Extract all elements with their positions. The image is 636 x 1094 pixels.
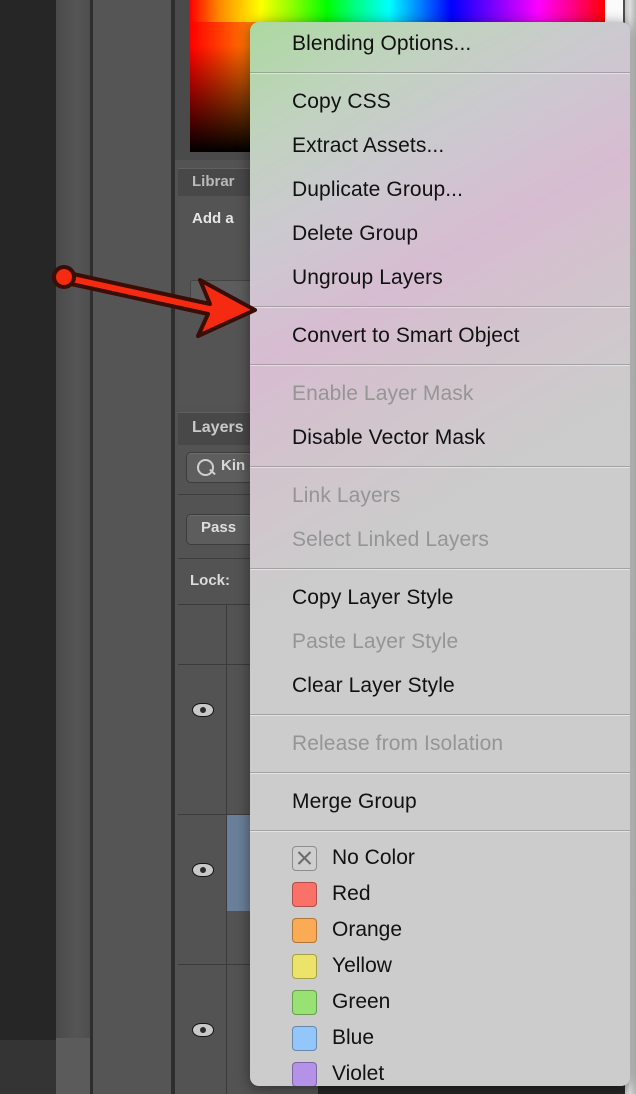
layer-visibility-cell[interactable]: [178, 815, 227, 965]
color-label-text: Orange: [332, 918, 403, 941]
menu-item-select-linked-layers: Select Linked Layers: [250, 518, 630, 562]
search-icon: [197, 459, 214, 476]
menu-item-label: Extract Assets...: [292, 134, 445, 157]
layer-visibility-cell[interactable]: [178, 965, 227, 1094]
menu-item-copy-css[interactable]: Copy CSS: [250, 80, 630, 124]
canvas-lower-strip: [0, 1040, 56, 1094]
menu-separator: [250, 466, 630, 467]
hue-strip-white-end: [605, 0, 623, 22]
menu-separator: [250, 364, 630, 365]
libraries-panel-title: Librar: [192, 173, 235, 190]
color-label-text: Yellow: [332, 954, 392, 977]
menu-item-release-from-isolation: Release from Isolation: [250, 722, 630, 766]
color-label-item-green[interactable]: Green: [250, 984, 630, 1020]
menu-item-label: Ungroup Layers: [292, 266, 443, 289]
menu-item-label: Blending Options...: [292, 32, 472, 55]
eye-icon[interactable]: [192, 863, 214, 877]
color-label-text: Violet: [332, 1062, 385, 1085]
menu-separator: [250, 714, 630, 715]
layers-panel-title: Layers: [192, 419, 244, 436]
color-label-item-no-color[interactable]: No Color: [250, 840, 630, 876]
menu-separator: [250, 306, 630, 307]
menu-item-enable-layer-mask: Enable Layer Mask: [250, 372, 630, 416]
menu-item-delete-group[interactable]: Delete Group: [250, 212, 630, 256]
menu-item-copy-layer-style[interactable]: Copy Layer Style: [250, 576, 630, 620]
layers-filter-kind-label: Kin: [221, 457, 246, 474]
menu-separator: [250, 830, 630, 831]
color-label-text: Green: [332, 990, 391, 1013]
color-label-item-blue[interactable]: Blue: [250, 1020, 630, 1056]
menu-item-convert-to-smart-object[interactable]: Convert to Smart Object: [250, 314, 630, 358]
layer-context-menu[interactable]: Blending Options... Copy CSS Extract Asset…: [250, 22, 630, 1086]
menu-item-label: Delete Group: [292, 222, 419, 245]
menu-item-label: Disable Vector Mask: [292, 426, 486, 449]
menu-item-merge-group[interactable]: Merge Group: [250, 780, 630, 824]
tools-panel-column: [56, 0, 90, 1094]
menu-item-duplicate-group[interactable]: Duplicate Group...: [250, 168, 630, 212]
color-swatch-icon: [292, 1061, 317, 1086]
blend-mode-value: Pass: [201, 519, 237, 536]
color-swatch-icon: [292, 953, 317, 979]
color-label-item-yellow[interactable]: Yellow: [250, 948, 630, 984]
menu-items-container: Blending Options... Copy CSS Extract Asset…: [250, 22, 630, 1086]
layer-visibility-cell[interactable]: [178, 665, 227, 815]
eye-icon[interactable]: [192, 703, 214, 717]
layers-lock-label: Lock:: [190, 572, 231, 589]
color-swatch-icon: [292, 1025, 317, 1051]
menu-item-paste-layer-style: Paste Layer Style: [250, 620, 630, 664]
menu-item-label: Merge Group: [292, 790, 417, 813]
menu-item-label: Release from Isolation: [292, 732, 504, 755]
menu-item-label: Enable Layer Mask: [292, 382, 474, 405]
menu-item-label: Paste Layer Style: [292, 630, 459, 653]
menu-item-blending-options[interactable]: Blending Options...: [250, 22, 630, 66]
menu-item-ungroup-layers[interactable]: Ungroup Layers: [250, 256, 630, 300]
color-label-text: Blue: [332, 1026, 375, 1049]
color-label-text: Red: [332, 882, 371, 905]
libraries-add-text: Add a: [192, 210, 234, 227]
color-swatch-icon: [292, 989, 317, 1015]
menu-item-label: Copy CSS: [292, 90, 391, 113]
color-swatch-icon: [292, 881, 317, 907]
menu-item-label: Convert to Smart Object: [292, 324, 520, 347]
color-swatch-icon: [292, 917, 317, 943]
document-canvas-area: [0, 0, 56, 1094]
menu-separator: [250, 568, 630, 569]
layer-visibility-cell[interactable]: [178, 605, 227, 665]
panel-column-b: [93, 0, 171, 1094]
color-label-item-orange[interactable]: Orange: [250, 912, 630, 948]
menu-item-extract-assets[interactable]: Extract Assets...: [250, 124, 630, 168]
eye-icon[interactable]: [192, 1023, 214, 1037]
menu-separator: [250, 772, 630, 773]
hue-spectrum-strip[interactable]: [190, 0, 605, 22]
screenshot-root: Librar Add a Layers Kin Pass Lock: Blend…: [0, 0, 636, 1094]
menu-item-clear-layer-style[interactable]: Clear Layer Style: [250, 664, 630, 708]
menu-item-label: Copy Layer Style: [292, 586, 454, 609]
color-label-text: No Color: [332, 846, 415, 869]
color-label-item-violet[interactable]: Violet: [250, 1056, 630, 1086]
no-color-icon: [292, 845, 317, 871]
tools-panel-footer: [56, 1038, 90, 1094]
menu-item-label: Clear Layer Style: [292, 674, 455, 697]
menu-item-disable-vector-mask[interactable]: Disable Vector Mask: [250, 416, 630, 460]
menu-item-label: Link Layers: [292, 484, 401, 507]
menu-item-link-layers: Link Layers: [250, 474, 630, 518]
menu-item-label: Duplicate Group...: [292, 178, 464, 201]
color-label-item-red[interactable]: Red: [250, 876, 630, 912]
menu-item-label: Select Linked Layers: [292, 528, 489, 551]
menu-separator: [250, 72, 630, 73]
